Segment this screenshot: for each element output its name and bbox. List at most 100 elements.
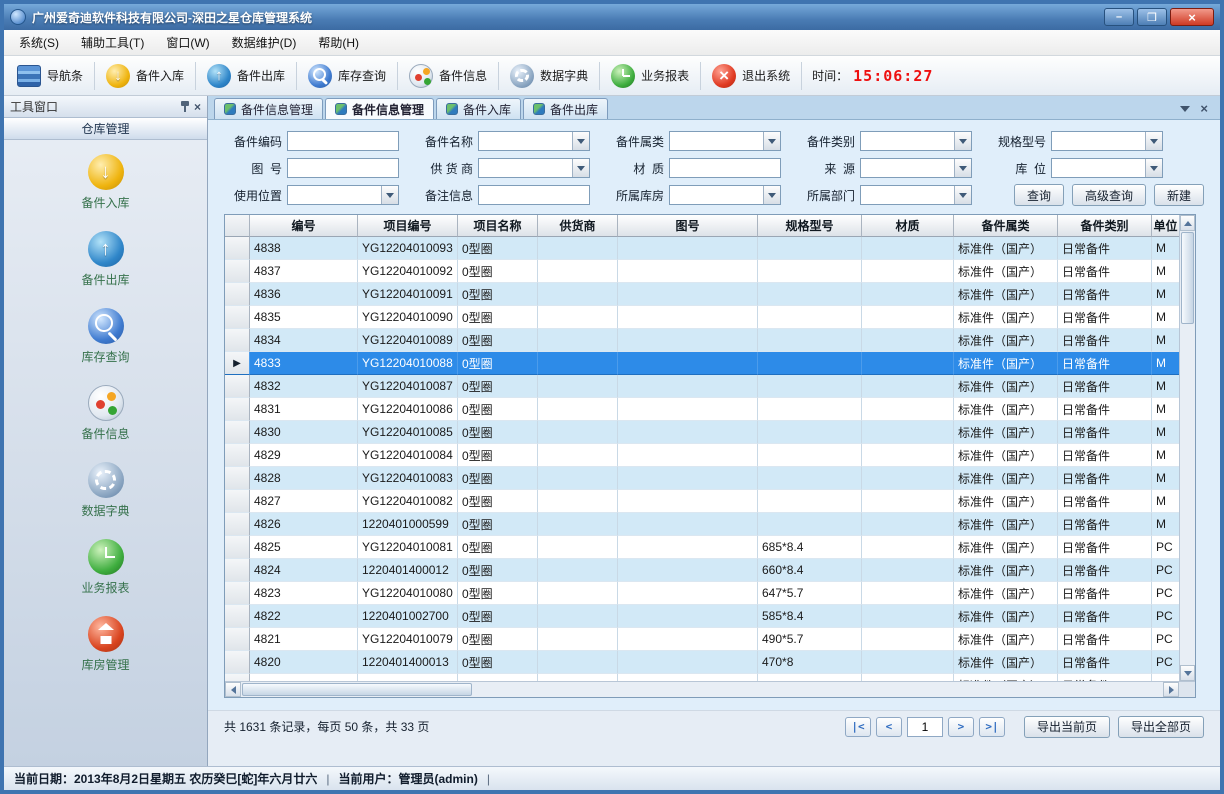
tab[interactable]: 备件信息管理	[325, 98, 434, 119]
row-selector[interactable]	[225, 306, 250, 329]
row-selector[interactable]	[225, 467, 250, 490]
table-row[interactable]: 4821YG122040100790型圈490*5.7标准件（国产）日常备件PC	[225, 628, 1179, 651]
location-select[interactable]	[1051, 158, 1163, 178]
source-select[interactable]	[860, 158, 972, 178]
toolbar-button-nav[interactable]: 导航条	[8, 60, 92, 92]
page-number-input[interactable]	[907, 717, 943, 737]
column-header[interactable]: 规格型号	[758, 215, 862, 237]
row-selector[interactable]	[225, 651, 250, 674]
chevron-down-icon[interactable]	[1180, 106, 1190, 112]
scroll-up-icon[interactable]	[1180, 215, 1195, 231]
advanced-query-button[interactable]: 高级查询	[1072, 184, 1146, 206]
table-row[interactable]: ▶4833YG122040100880型圈标准件（国产）日常备件M	[225, 352, 1179, 375]
chevron-down-icon[interactable]	[763, 186, 780, 204]
drawing-no-input[interactable]	[287, 158, 399, 178]
table-row[interactable]: 4834YG122040100890型圈标准件（国产）日常备件M	[225, 329, 1179, 352]
scroll-down-icon[interactable]	[1180, 665, 1195, 681]
toolbar-button-parts-info[interactable]: 备件信息	[400, 60, 496, 92]
row-selector[interactable]	[225, 421, 250, 444]
table-row[interactable]: 482012204014000130型圈470*8标准件（国产）日常备件PC	[225, 651, 1179, 674]
column-header[interactable]: 材质	[862, 215, 954, 237]
chevron-down-icon[interactable]	[954, 159, 971, 177]
column-header[interactable]: 备件属类	[954, 215, 1058, 237]
table-row[interactable]: 4837YG122040100920型圈标准件（国产）日常备件M	[225, 260, 1179, 283]
sidebar-item-data-dict[interactable]: 数据字典	[4, 462, 207, 519]
toolbar-button-inventory[interactable]: 库存查询	[299, 60, 395, 92]
table-row[interactable]: 4832YG122040100870型圈标准件（国产）日常备件M	[225, 375, 1179, 398]
menu-item[interactable]: 窗口(W)	[155, 30, 220, 55]
row-selector[interactable]	[225, 559, 250, 582]
close-button[interactable]: ×	[1170, 8, 1214, 26]
column-header[interactable]: 供货商	[538, 215, 618, 237]
department-select[interactable]	[860, 185, 972, 205]
sidebar-item-stock-in[interactable]: 备件入库	[4, 154, 207, 211]
column-header[interactable]: 项目编号	[358, 215, 458, 237]
part-name-select[interactable]	[478, 131, 590, 151]
row-selector[interactable]	[225, 674, 250, 681]
minimize-button[interactable]: –	[1104, 8, 1134, 26]
tab[interactable]: 备件出库	[523, 98, 608, 119]
row-selector[interactable]	[225, 237, 250, 260]
export-current-page-button[interactable]: 导出当前页	[1024, 716, 1110, 738]
table-row[interactable]: 4830YG122040100850型圈标准件（国产）日常备件M	[225, 421, 1179, 444]
row-selector[interactable]	[225, 283, 250, 306]
row-selector[interactable]: ▶	[225, 352, 250, 375]
export-all-pages-button[interactable]: 导出全部页	[1118, 716, 1204, 738]
table-row[interactable]: 4831YG122040100860型圈标准件（国产）日常备件M	[225, 398, 1179, 421]
pin-icon[interactable]	[180, 100, 190, 113]
row-selector[interactable]	[225, 582, 250, 605]
sidebar-item-inventory[interactable]: 库存查询	[4, 308, 207, 365]
table-row[interactable]: 4828YG122040100830型圈标准件（国产）日常备件M	[225, 467, 1179, 490]
table-row[interactable]: 标准件（国产）日常备件	[225, 674, 1179, 681]
material-input[interactable]	[669, 158, 781, 178]
chevron-down-icon[interactable]	[572, 159, 589, 177]
spec-model-select[interactable]	[1051, 131, 1163, 151]
remark-input[interactable]	[478, 185, 590, 205]
table-row[interactable]: 4829YG122040100840型圈标准件（国产）日常备件M	[225, 444, 1179, 467]
chevron-down-icon[interactable]	[1145, 132, 1162, 150]
table-row[interactable]: 4825YG122040100810型圈685*8.4标准件（国产）日常备件PC	[225, 536, 1179, 559]
row-selector[interactable]	[225, 490, 250, 513]
menu-item[interactable]: 帮助(H)	[307, 30, 370, 55]
vertical-scroll-thumb[interactable]	[1181, 232, 1194, 324]
close-icon[interactable]: ×	[194, 101, 201, 113]
table-row[interactable]: 4838YG122040100930型圈标准件（国产）日常备件M	[225, 237, 1179, 260]
sidebar-item-report[interactable]: 业务报表	[4, 539, 207, 596]
maximize-button[interactable]: ❒	[1137, 8, 1167, 26]
sidebar-item-parts-info[interactable]: 备件信息	[4, 385, 207, 442]
horizontal-scrollbar[interactable]	[225, 682, 1179, 697]
scroll-right-icon[interactable]	[1163, 682, 1179, 697]
chevron-down-icon[interactable]	[572, 132, 589, 150]
table-row[interactable]: 4835YG122040100900型圈标准件（国产）日常备件M	[225, 306, 1179, 329]
column-header[interactable]: 备件类别	[1058, 215, 1152, 237]
chevron-down-icon[interactable]	[763, 132, 780, 150]
chevron-down-icon[interactable]	[954, 186, 971, 204]
chevron-down-icon[interactable]	[1145, 159, 1162, 177]
supplier-select[interactable]	[478, 158, 590, 178]
usage-position-select[interactable]	[287, 185, 399, 205]
menu-item[interactable]: 辅助工具(T)	[70, 30, 155, 55]
new-button[interactable]: 新建	[1154, 184, 1204, 206]
row-selector[interactable]	[225, 260, 250, 283]
column-header[interactable]: 图号	[618, 215, 758, 237]
close-tab-icon[interactable]: ×	[1200, 102, 1208, 115]
next-page-button[interactable]: >	[948, 717, 974, 737]
first-page-button[interactable]: |<	[845, 717, 871, 737]
chevron-down-icon[interactable]	[954, 132, 971, 150]
table-row[interactable]: 4827YG122040100820型圈标准件（国产）日常备件M	[225, 490, 1179, 513]
horizontal-scroll-thumb[interactable]	[242, 683, 472, 696]
tab[interactable]: 备件信息管理	[214, 98, 323, 119]
toolbar-button-stock-out[interactable]: 备件出库	[198, 60, 294, 92]
row-selector[interactable]	[225, 444, 250, 467]
menu-item[interactable]: 系统(S)	[8, 30, 70, 55]
last-page-button[interactable]: >|	[979, 717, 1005, 737]
column-header[interactable]: 项目名称	[458, 215, 538, 237]
part-category-select[interactable]	[669, 131, 781, 151]
toolbar-button-exit[interactable]: 退出系统	[703, 60, 799, 92]
part-code-input[interactable]	[287, 131, 399, 151]
chevron-down-icon[interactable]	[381, 186, 398, 204]
scroll-left-icon[interactable]	[225, 682, 241, 697]
column-header[interactable]: 单位	[1152, 215, 1179, 237]
query-button[interactable]: 查询	[1014, 184, 1064, 206]
table-row[interactable]: 482212204010027000型圈585*8.4标准件（国产）日常备件PC	[225, 605, 1179, 628]
